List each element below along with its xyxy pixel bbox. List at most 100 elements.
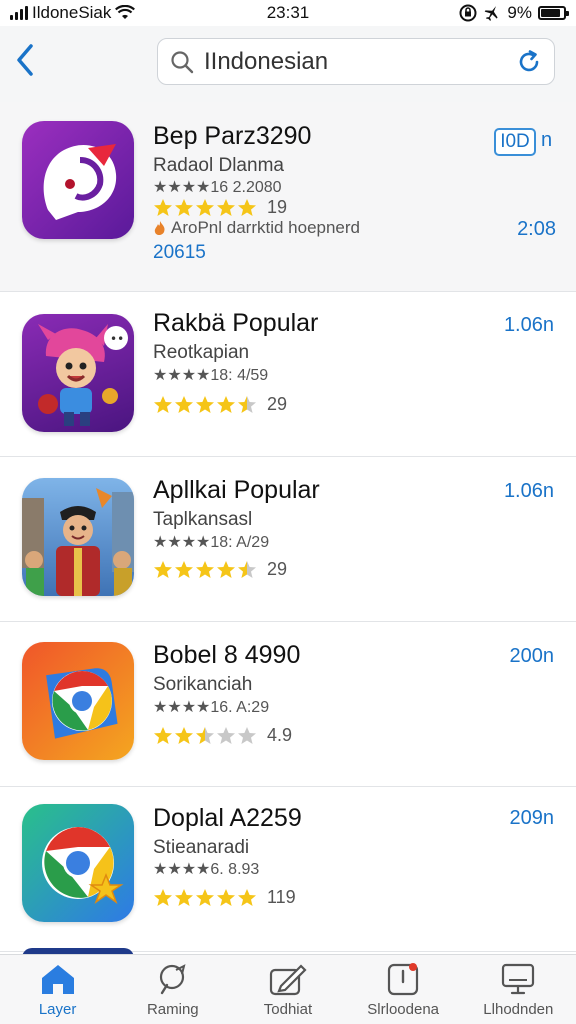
app-rating: 29: [153, 394, 287, 415]
tab-label: Todhiat: [263, 1001, 313, 1018]
star-icon: [154, 395, 172, 413]
app-developer: Radaol Dlanma: [153, 155, 284, 176]
tab-layer[interactable]: Layer: [8, 961, 108, 1018]
search-icon: [159, 964, 186, 995]
character-crowd-icon: [22, 488, 134, 596]
app-meta: ★★★★18: A/29: [153, 534, 270, 551]
app-meta: ★★★★16 2.2080: [153, 179, 282, 196]
star-icon: [175, 560, 193, 578]
star-icon: [217, 560, 235, 578]
app-name: Rakbä Popular: [153, 309, 319, 337]
app-size: 1.06n: [503, 480, 554, 502]
app-row[interactable]: Doplal A2259 Stieanaradi ★★★★6. 8.93 119…: [0, 787, 576, 952]
star-rating: [153, 560, 257, 580]
star-rating: [153, 198, 257, 218]
star-icon: [175, 888, 193, 906]
star-icon: [196, 726, 214, 744]
tab-bar: Layer Raming Todhiat Slrloodena Llhodnde…: [0, 954, 576, 1024]
tab-todhiat[interactable]: Todhiat: [238, 961, 338, 1018]
browser-icon: [46, 668, 118, 739]
flame-icon: [154, 221, 165, 235]
tab-label: Slrloodena: [367, 1001, 440, 1018]
app-developer: Stieanaradi: [153, 837, 250, 858]
cartoon-character-icon: ••: [38, 324, 128, 426]
status-right: 9%: [459, 3, 569, 23]
open-button[interactable]: I0D: [494, 128, 536, 156]
search-box[interactable]: [157, 38, 555, 85]
app-list: Bep Parz3290 Radaol Dlanma ★★★★16 2.2080…: [0, 102, 576, 952]
app-meta: ★★★★6. 8.93: [153, 861, 260, 878]
star-icon: [196, 395, 214, 413]
app-row[interactable]: Bobel 8 4990 Sorikanciah ★★★★16. A:29 4.…: [0, 622, 576, 787]
app-icon: [22, 804, 134, 922]
star-rating: [153, 726, 257, 746]
star-icon: [217, 198, 235, 216]
app-rating: 29: [153, 559, 287, 580]
app-rating: 4.9: [153, 725, 292, 746]
back-button[interactable]: [10, 42, 40, 78]
airplane-icon: [485, 6, 498, 22]
tab-llhodnden[interactable]: Llhodnden: [468, 961, 568, 1018]
open-suffix: n: [541, 129, 553, 151]
status-bar: IldoneSiak 23:31 9%: [0, 0, 576, 26]
rating-count: 19: [267, 197, 288, 217]
star-icon: [175, 198, 193, 216]
star-icon: [154, 726, 172, 744]
app-icon: [22, 642, 134, 760]
app-developer: Sorikanciah: [153, 674, 253, 695]
app-name: Apllkai Popular: [153, 476, 320, 504]
app-meta: ★★★★16. A:29: [153, 699, 270, 716]
lock-rotation-icon: [459, 4, 477, 22]
star-icon: [196, 560, 214, 578]
search-icon: [171, 50, 194, 73]
star-icon: [154, 888, 172, 906]
rating-count: 29: [267, 559, 288, 579]
app-row-featured[interactable]: Bep Parz3290 Radaol Dlanma ★★★★16 2.2080…: [0, 102, 576, 292]
battery-icon: [538, 6, 569, 20]
wifi-icon: [115, 5, 136, 19]
tab-raming[interactable]: Raming: [123, 961, 223, 1018]
app-rating: 19: [153, 197, 287, 218]
refresh-button[interactable]: [516, 49, 542, 75]
app-name: Bobel 8 4990: [153, 641, 301, 669]
star-icon: [217, 726, 235, 744]
browser-star-icon: [42, 827, 124, 904]
signal-icon: [10, 6, 28, 20]
chevron-left-icon: [17, 44, 33, 76]
app-icon: ••: [22, 314, 134, 432]
tab-label: Raming: [146, 1001, 199, 1018]
app-icon: [22, 478, 134, 596]
star-icon: [154, 560, 172, 578]
app-row[interactable]: •• Rakbä Popular Reotkapian ★★★★18: 4/59…: [0, 292, 576, 457]
rating-count: 119: [267, 887, 296, 907]
star-rating: [153, 395, 257, 415]
featured-code: 20615: [153, 242, 206, 263]
tab-label: Layer: [38, 1001, 77, 1018]
star-icon: [238, 198, 256, 216]
tab-label: Llhodnden: [483, 1001, 554, 1018]
battery-percent: 9%: [507, 3, 532, 22]
search-input[interactable]: [204, 47, 516, 76]
star-icon: [196, 198, 214, 216]
featured-note: AroPnl darrktid hoepnerd: [153, 218, 360, 238]
app-size: 200n: [509, 645, 555, 667]
tab-slrloodena[interactable]: Slrloodena: [353, 961, 453, 1018]
app-rating: 119: [153, 887, 296, 908]
star-rating: [153, 888, 257, 908]
app-size: 209n: [509, 807, 555, 829]
star-icon: [238, 395, 256, 413]
star-icon: [154, 198, 172, 216]
rating-count: 4.9: [267, 725, 293, 745]
app-icon: [22, 121, 134, 239]
app-row[interactable]: Apllkai Popular Taplkansasl ★★★★18: A/29…: [0, 457, 576, 622]
refresh-icon: [519, 49, 539, 71]
app-name: Doplal A2259: [153, 804, 302, 832]
app-name: Bep Parz3290: [153, 122, 312, 150]
chat-app-icon: [43, 144, 117, 220]
carrier-label: IldoneSiak: [32, 3, 112, 22]
star-icon: [175, 395, 193, 413]
notification-icon: [388, 963, 419, 996]
star-icon: [196, 888, 214, 906]
monitor-icon: [502, 963, 535, 995]
search-header: [0, 26, 576, 102]
